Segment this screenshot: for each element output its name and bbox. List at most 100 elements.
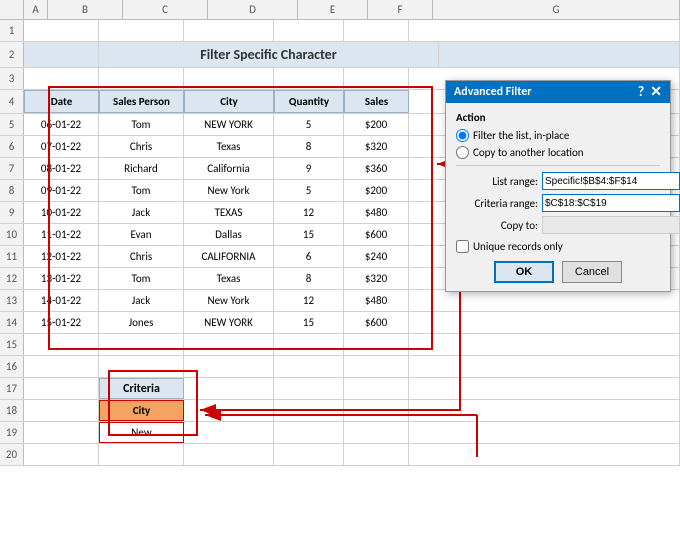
cell-16c [99, 356, 184, 377]
dialog-body: Action Filter the list, in-place Copy to… [446, 103, 670, 291]
cell-12d: Texas [184, 268, 274, 289]
cell-5f: $200 [344, 114, 409, 135]
dialog-close-icon[interactable]: ✕ [650, 85, 662, 99]
cell-10e: 15 [274, 224, 344, 245]
radio-copy-label: Copy to another location [473, 146, 584, 159]
action-label: Action [456, 111, 660, 124]
rownum-16: 16 [0, 356, 24, 377]
cell-19d [184, 422, 274, 443]
cell-17b [24, 378, 99, 399]
col-header-c: C [123, 0, 208, 19]
cell-20d [184, 444, 274, 465]
dialog-title: Advanced Filter [454, 85, 532, 99]
col-header-g: G [433, 0, 680, 19]
rownum-12: 12 [0, 268, 24, 289]
col-header-d: D [208, 0, 298, 19]
rownum-5: 5 [0, 114, 24, 135]
dialog-help-icon[interactable]: ? [638, 85, 645, 99]
dialog-buttons: OK Cancel [456, 261, 660, 283]
cell-18e [274, 400, 344, 421]
table-row: 13 14-01-22 Jack New York 12 $480 [0, 290, 680, 312]
row-1: 1 [0, 20, 680, 42]
cell-14e: 15 [274, 312, 344, 333]
cell-17e [274, 378, 344, 399]
cell-19f [344, 422, 409, 443]
cell-15f [344, 334, 409, 355]
cell-9f: $480 [344, 202, 409, 223]
list-range-label: List range: [456, 175, 538, 188]
cell-5b: 06-01-22 [24, 114, 99, 135]
cell-1d [184, 20, 274, 41]
criteria-range-label: Criteria range: [456, 197, 538, 210]
cell-9e: 12 [274, 202, 344, 223]
cell-6d: Texas [184, 136, 274, 157]
cell-15c [99, 334, 184, 355]
cell-13g [409, 290, 680, 311]
cell-4d: City [184, 90, 274, 113]
cell-12e: 8 [274, 268, 344, 289]
cell-15g [409, 334, 680, 355]
rownum-20: 20 [0, 444, 24, 465]
col-header-b: B [48, 0, 123, 19]
cell-13e: 12 [274, 290, 344, 311]
rownum-8: 8 [0, 180, 24, 201]
unique-records-row[interactable]: Unique records only [456, 240, 660, 253]
row-2: 2 Filter Specific Character [0, 42, 680, 68]
radio-copy-input[interactable] [456, 146, 469, 159]
cell-15b [24, 334, 99, 355]
radio-inplace-input[interactable] [456, 129, 469, 142]
cell-4f: Sales [344, 90, 409, 113]
cell-11e: 6 [274, 246, 344, 267]
col-header-f: F [368, 0, 433, 19]
advanced-filter-dialog: Advanced Filter ? ✕ Action Filter the li… [445, 80, 671, 292]
cancel-button[interactable]: Cancel [562, 261, 622, 283]
cell-20b [24, 444, 99, 465]
cell-7b: 08-01-22 [24, 158, 99, 179]
rownum-9: 9 [0, 202, 24, 223]
cell-18b [24, 400, 99, 421]
cell-8c: Tom [99, 180, 184, 201]
cell-10b: 11-01-22 [24, 224, 99, 245]
cell-12f: $320 [344, 268, 409, 289]
rownum-1: 1 [0, 20, 24, 41]
rownum-3: 3 [0, 68, 24, 89]
rownum-14: 14 [0, 312, 24, 333]
cell-17d [184, 378, 274, 399]
cell-16e [274, 356, 344, 377]
cell-4b: Date [24, 90, 99, 113]
radio-filter-inplace[interactable]: Filter the list, in-place [456, 129, 660, 142]
cell-3d [184, 68, 274, 89]
cell-16d [184, 356, 274, 377]
row-16: 16 [0, 356, 680, 378]
cell-9d: TEXAS [184, 202, 274, 223]
cell-6e: 8 [274, 136, 344, 157]
cell-5c: Tom [99, 114, 184, 135]
cell-7c: Richard [99, 158, 184, 179]
rownum-18: 18 [0, 400, 24, 421]
cell-1e [274, 20, 344, 41]
radio-copy-location[interactable]: Copy to another location [456, 146, 660, 159]
cell-11b: 12-01-22 [24, 246, 99, 267]
cell-1f [344, 20, 409, 41]
criteria-range-input[interactable] [542, 194, 680, 212]
row-18: 18 City [0, 400, 680, 422]
criteria-value-cell: New [99, 422, 184, 443]
ok-button[interactable]: OK [494, 261, 554, 283]
rownum-19: 19 [0, 422, 24, 443]
rownum-17: 17 [0, 378, 24, 399]
list-range-input[interactable] [542, 172, 680, 190]
cell-7f: $360 [344, 158, 409, 179]
cell-20e [274, 444, 344, 465]
dialog-title-icons: ? ✕ [638, 85, 662, 99]
cell-20f [344, 444, 409, 465]
cell-8e: 5 [274, 180, 344, 201]
cell-7d: California [184, 158, 274, 179]
row-15: 15 [0, 334, 680, 356]
cell-16g [409, 356, 680, 377]
rownum-11: 11 [0, 246, 24, 267]
cell-3c [99, 68, 184, 89]
unique-records-checkbox[interactable] [456, 240, 469, 253]
cell-13d: New York [184, 290, 274, 311]
cell-11c: Chris [99, 246, 184, 267]
title-cell: Filter Specific Character [99, 42, 439, 67]
